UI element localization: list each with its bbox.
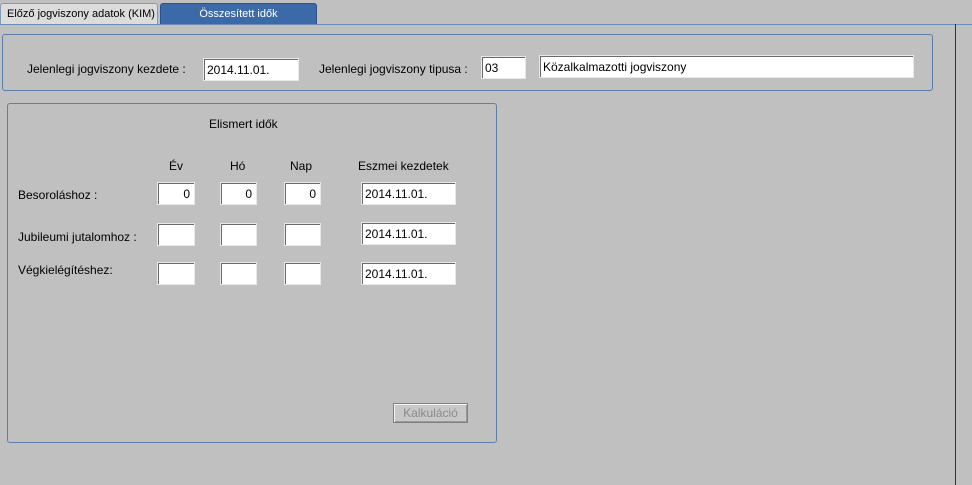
jubileumi-ev-field[interactable] bbox=[157, 223, 195, 246]
tab-elozo-jogviszony-kim[interactable]: Előző jogviszony adatok (KIM) bbox=[0, 3, 158, 25]
jubileumi-eszmei-field[interactable] bbox=[361, 222, 456, 245]
row-label-vegkielegiteshez: Végkielégítéshez: bbox=[18, 263, 113, 277]
elismert-title: Elismert idők bbox=[209, 117, 278, 131]
kezdete-field[interactable] bbox=[203, 58, 299, 81]
besorolashoz-ho-field[interactable] bbox=[220, 182, 257, 205]
kezdete-label: Jelenlegi jogviszony kezdete : bbox=[27, 62, 186, 76]
row-label-besorolashoz: Besoroláshoz : bbox=[18, 188, 98, 202]
header-ev: Év bbox=[169, 159, 184, 173]
window-edge bbox=[955, 24, 956, 485]
kalkulacio-button[interactable]: Kalkuláció bbox=[393, 403, 468, 423]
tipusa-label: Jelenlegi jogviszony tipusa : bbox=[319, 62, 468, 76]
vegkielegites-ho-field[interactable] bbox=[220, 262, 257, 285]
header-ho: Hó bbox=[230, 159, 246, 173]
tab-osszesitett-idok[interactable]: Összesített idők bbox=[160, 3, 317, 25]
besorolashoz-ev-field[interactable] bbox=[157, 182, 195, 205]
tipusa-name-field[interactable] bbox=[539, 55, 914, 78]
row-label-jubileumi-jutalomhoz: Jubileumi jutalomhoz : bbox=[18, 230, 137, 244]
tipusa-code-field[interactable] bbox=[481, 56, 526, 79]
header-nap: Nap bbox=[290, 159, 313, 173]
tab-divider bbox=[0, 24, 972, 25]
vegkielegites-nap-field[interactable] bbox=[284, 262, 321, 285]
besorolashoz-nap-field[interactable] bbox=[284, 182, 321, 205]
tab-bar: Előző jogviszony adatok (KIM) Összesítet… bbox=[0, 0, 972, 25]
vegkielegites-ev-field[interactable] bbox=[157, 262, 195, 285]
jubileumi-ho-field[interactable] bbox=[220, 223, 257, 246]
jubileumi-nap-field[interactable] bbox=[284, 223, 321, 246]
besorolashoz-eszmei-field[interactable] bbox=[361, 182, 456, 205]
vegkielegites-eszmei-field[interactable] bbox=[361, 262, 456, 285]
header-eszmei-kezdetek: Eszmei kezdetek bbox=[358, 159, 449, 173]
